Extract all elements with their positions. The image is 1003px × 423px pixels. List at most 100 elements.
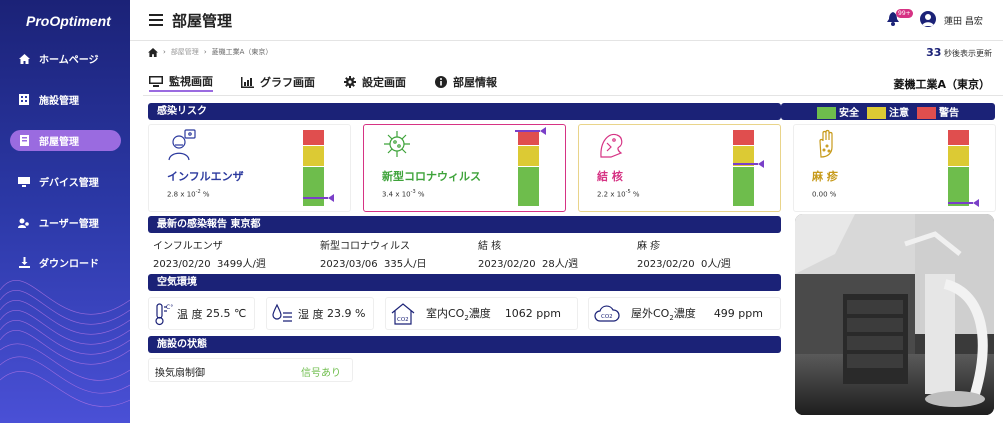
- gauge-marker: [948, 199, 979, 207]
- co2-icon-label: CO2: [397, 317, 409, 323]
- sidebar-item-download[interactable]: ダウンロード: [10, 252, 121, 273]
- refresh-suffix: 秒後表示更新: [944, 49, 992, 58]
- risk-card-tuberculosis[interactable]: 結 核 2.2 x 10-5 %: [578, 124, 781, 212]
- report-entry: 2023/02/20 3499人/週: [153, 259, 266, 270]
- risk-name: インフルエンザ: [167, 170, 244, 183]
- sidebar-item-label: ユーザー管理: [39, 219, 99, 230]
- co2-icon-label: CO2: [601, 314, 613, 320]
- sidebar-item-label: デバイス管理: [39, 178, 99, 189]
- indoor-co2-label: 室内CO2濃度: [426, 306, 491, 323]
- sidebar-item-users[interactable]: ユーザー管理: [10, 212, 121, 233]
- gauge-marker: [733, 160, 764, 168]
- tab-monitor[interactable]: 監視画面: [149, 72, 213, 92]
- outdoor-co2-label: 屋外CO2濃度: [631, 306, 696, 323]
- tab-label: 設定画面: [362, 76, 406, 89]
- svg-text:C°: C°: [166, 304, 173, 311]
- info-icon: [435, 76, 447, 88]
- report-entry: 2023/02/20 28人/週: [478, 259, 579, 270]
- report-disease: 麻 疹: [637, 241, 661, 252]
- env-outdoor-co2: CO2 屋外CO2濃度 499 ppm: [588, 297, 781, 330]
- gear-icon: [344, 76, 356, 88]
- lungs-icon: [600, 133, 623, 158]
- sidebar-item-label: ダウンロード: [39, 259, 99, 270]
- report-entry: 2023/02/20 0人/週: [637, 259, 731, 270]
- fan-control-label: 換気扇制御: [155, 368, 205, 379]
- tab-label: 部屋情報: [453, 76, 497, 89]
- home-icon: [16, 53, 32, 64]
- chart-icon: [241, 76, 254, 88]
- risk-gauge: [515, 127, 546, 206]
- env-temperature: C° 温 度 25.5 ℃: [148, 297, 255, 330]
- page-title: 部屋管理: [172, 12, 233, 30]
- humidity-icon: [272, 303, 292, 322]
- report-disease: 新型コロナウィルス: [320, 241, 410, 252]
- tab-settings[interactable]: 設定画面: [344, 72, 406, 92]
- legend-safe: 安全: [817, 104, 859, 119]
- temperature-label: 温 度: [177, 307, 203, 321]
- report-disease: インフルエンザ: [153, 241, 223, 252]
- device-icon: [16, 176, 32, 187]
- sidebar-item-room[interactable]: 部屋管理: [10, 130, 121, 151]
- section-title-air: 空気環境: [148, 274, 781, 291]
- breadcrumb-room[interactable]: 部屋管理: [171, 47, 199, 57]
- risk-card-influenza[interactable]: インフルエンザ 2.8 x 10-2 %: [148, 124, 351, 212]
- risk-value: 0.00 %: [812, 190, 837, 199]
- risk-gauge: [733, 130, 764, 206]
- hand-rash-icon: [819, 129, 833, 158]
- monitor-icon: [149, 75, 163, 87]
- sidebar-item-label: ホームページ: [39, 55, 99, 66]
- notification-badge: 99+: [896, 9, 913, 18]
- risk-value: 2.8 x 10-2 %: [167, 189, 210, 199]
- humidity-value: 23.9 %: [327, 307, 366, 320]
- sidebar: ProOptiment ホームページ 施設管理 部屋管理 デバイス管理 ユーザー…: [0, 0, 130, 423]
- risk-name: 結 核: [597, 170, 623, 183]
- risk-gauge: [303, 130, 334, 206]
- user-name[interactable]: 蓮田 昌宏: [944, 14, 983, 27]
- room-photo: [795, 214, 994, 415]
- risk-gauge: [948, 130, 979, 207]
- sidebar-item-home[interactable]: ホームページ: [10, 48, 121, 69]
- sidebar-item-label: 施設管理: [39, 96, 79, 107]
- app-logo: ProOptiment: [26, 13, 111, 29]
- humidity-label: 湿 度: [298, 307, 324, 321]
- gauge-marker: [303, 194, 334, 202]
- house-co2-icon: CO2: [391, 302, 415, 325]
- chevron-right-icon: ›: [163, 48, 166, 56]
- risk-card-measles[interactable]: 麻 疹 0.00 %: [793, 124, 996, 212]
- section-title-risk: 感染リスク: [148, 103, 781, 120]
- sidebar-item-facility[interactable]: 施設管理: [10, 89, 121, 110]
- report-entry: 2023/03/06 335人/日: [320, 259, 427, 270]
- env-indoor-co2: CO2 室内CO2濃度 1062 ppm: [385, 297, 578, 330]
- influenza-icon: [168, 129, 196, 161]
- tab-graph[interactable]: グラフ画面: [241, 72, 315, 92]
- risk-legend: 安全 注意 警告: [817, 104, 959, 119]
- users-icon: [16, 218, 32, 228]
- thermometer-icon: C°: [155, 302, 173, 325]
- home-icon[interactable]: [148, 47, 158, 57]
- user-icon: [922, 14, 934, 26]
- facility-status-row: 換気扇制御 信号あり: [148, 358, 353, 382]
- risk-name: 新型コロナウィルス: [382, 170, 481, 183]
- fan-control-status: 信号あり: [301, 368, 341, 379]
- risk-value: 3.4 x 10-3 %: [382, 189, 425, 199]
- report-disease: 結 核: [478, 241, 502, 252]
- sidebar-item-device[interactable]: デバイス管理: [10, 171, 121, 192]
- company-name: 菱機工業A（東京）: [893, 78, 990, 91]
- risk-name: 麻 疹: [812, 170, 838, 183]
- section-title-facility: 施設の状態: [148, 336, 781, 353]
- outdoor-co2-value: 499 ppm: [713, 307, 763, 320]
- breadcrumb: › 部屋管理 › 菱機工業A（東京）: [148, 47, 272, 57]
- tab-label: グラフ画面: [260, 76, 315, 89]
- avatar[interactable]: [920, 11, 936, 27]
- virus-icon: [384, 131, 410, 157]
- risk-value: 2.2 x 10-5 %: [597, 189, 640, 199]
- hamburger-menu-icon[interactable]: [149, 14, 163, 26]
- gauge-marker: [515, 127, 546, 135]
- top-header: 部屋管理: [130, 0, 1003, 41]
- building-icon: [16, 94, 32, 105]
- tab-room-info[interactable]: 部屋情報: [435, 72, 497, 92]
- legend-warning: 警告: [917, 104, 959, 119]
- refresh-countdown: 33 秒後表示更新: [926, 46, 992, 59]
- risk-card-covid[interactable]: 新型コロナウィルス 3.4 x 10-3 %: [363, 124, 566, 212]
- dental-room-image: [795, 214, 994, 415]
